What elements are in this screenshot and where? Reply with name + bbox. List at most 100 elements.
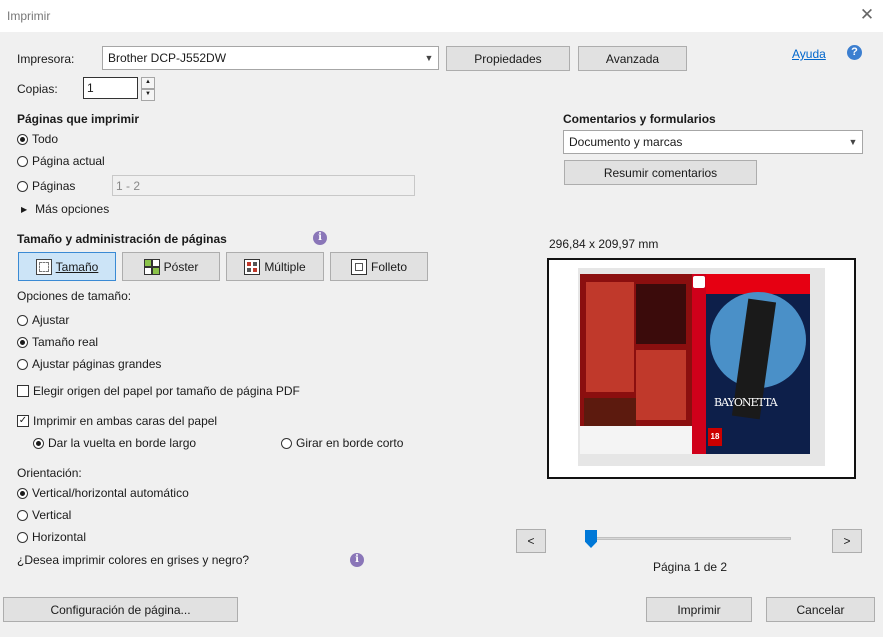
page-slider-thumb[interactable] bbox=[585, 530, 597, 548]
radio-indicator bbox=[17, 487, 28, 499]
copies-value: 1 bbox=[87, 81, 94, 95]
mode-multiple-label: Múltiple bbox=[264, 259, 306, 274]
radio-indicator bbox=[17, 155, 28, 167]
orientation-label: Orientación: bbox=[17, 466, 82, 480]
help-icon[interactable]: ? bbox=[847, 45, 862, 60]
orientation-portrait-radio[interactable]: Vertical bbox=[17, 508, 71, 522]
page-setup-button[interactable]: Configuración de página... bbox=[3, 597, 238, 622]
pages-current-label: Página actual bbox=[32, 154, 105, 168]
preview-page: BAYONETTA 18 bbox=[578, 268, 825, 466]
size-actual-radio[interactable]: Tamaño real bbox=[17, 335, 98, 349]
pages-range-input[interactable]: 1 - 2 bbox=[112, 175, 415, 196]
comments-heading: Comentarios y formularios bbox=[563, 112, 716, 126]
cancel-button[interactable]: Cancelar bbox=[766, 597, 875, 622]
checkmark-icon: ✓ bbox=[17, 415, 29, 427]
more-options-label: Más opciones bbox=[35, 202, 110, 216]
duplex-short-edge-label: Girar en borde corto bbox=[296, 436, 404, 450]
size-actual-label: Tamaño real bbox=[32, 335, 99, 349]
preview-frame: BAYONETTA 18 bbox=[547, 258, 856, 479]
stepper-up-icon[interactable]: ▲ bbox=[141, 77, 155, 89]
booklet-icon bbox=[350, 258, 367, 275]
orientation-auto-label: Vertical/horizontal automático bbox=[32, 486, 189, 500]
mode-size-button[interactable]: Tamaño bbox=[18, 252, 116, 281]
printer-label: Impresora: bbox=[17, 52, 75, 66]
advanced-button[interactable]: Avanzada bbox=[578, 46, 687, 71]
pages-range-label: Páginas bbox=[32, 179, 76, 193]
mode-size-label: Tamaño bbox=[55, 259, 99, 274]
chevron-down-icon: ▼ bbox=[424, 53, 434, 63]
next-page-button[interactable]: > bbox=[832, 529, 862, 553]
copies-label: Copias: bbox=[17, 82, 58, 96]
preview-dimensions: 296,84 x 209,97 mm bbox=[549, 237, 659, 251]
print-button[interactable]: Imprimir bbox=[646, 597, 752, 622]
mode-multiple-button[interactable]: Múltiple bbox=[226, 252, 324, 281]
radio-indicator bbox=[17, 336, 28, 348]
page-indicator: Página 1 de 2 bbox=[653, 560, 728, 574]
printer-select[interactable]: Brother DCP-J552DW ▼ bbox=[102, 46, 439, 70]
stepper-down-icon[interactable]: ▼ bbox=[141, 89, 155, 101]
preview-rating: 18 bbox=[708, 428, 722, 446]
orientation-landscape-radio[interactable]: Horizontal bbox=[17, 530, 86, 544]
mode-booklet-button[interactable]: Folleto bbox=[330, 252, 428, 281]
paper-source-checkbox[interactable]: Elegir origen del papel por tamaño de pá… bbox=[17, 384, 300, 398]
title-bar bbox=[0, 0, 883, 32]
radio-indicator bbox=[33, 437, 44, 449]
pages-heading: Páginas que imprimir bbox=[17, 112, 140, 126]
pages-range-radio[interactable]: Páginas bbox=[17, 179, 75, 193]
size-options-label: Opciones de tamaño: bbox=[17, 289, 132, 303]
orientation-landscape-label: Horizontal bbox=[32, 530, 87, 544]
mode-poster-button[interactable]: Póster bbox=[122, 252, 220, 281]
radio-indicator bbox=[17, 509, 28, 521]
size-icon bbox=[35, 258, 52, 275]
duplex-checkbox[interactable]: ✓ Imprimir en ambas caras del papel bbox=[17, 414, 217, 428]
help-link[interactable]: Ayuda bbox=[792, 47, 826, 61]
radio-indicator bbox=[281, 437, 292, 449]
close-icon[interactable]: ✕ bbox=[858, 5, 876, 25]
checkbox-indicator bbox=[17, 385, 29, 397]
preview-front-cover: BAYONETTA 18 bbox=[706, 274, 810, 454]
radio-indicator bbox=[17, 531, 28, 543]
size-shrink-label: Ajustar páginas grandes bbox=[32, 357, 162, 371]
copies-input[interactable]: 1 bbox=[83, 77, 138, 99]
properties-button[interactable]: Propiedades bbox=[446, 46, 570, 71]
duplex-long-edge-label: Dar la vuelta en borde largo bbox=[48, 436, 197, 450]
size-fit-radio[interactable]: Ajustar bbox=[17, 313, 69, 327]
preview-cover-title: BAYONETTA bbox=[714, 396, 778, 409]
chevron-down-icon: ▼ bbox=[848, 137, 858, 147]
orientation-portrait-label: Vertical bbox=[32, 508, 72, 522]
grayscale-question: ¿Desea imprimir colores en grises y negr… bbox=[17, 553, 250, 567]
pages-all-radio[interactable]: Todo bbox=[17, 132, 58, 146]
preview-spine bbox=[692, 274, 706, 454]
comments-select[interactable]: Documento y marcas ▼ bbox=[563, 130, 863, 154]
sizing-heading: Tamaño y administración de páginas bbox=[17, 232, 227, 246]
page-slider-track[interactable] bbox=[585, 537, 791, 540]
more-options-toggle[interactable]: ▶ Más opciones bbox=[21, 202, 109, 216]
mode-booklet-label: Folleto bbox=[370, 259, 408, 274]
duplex-long-edge-radio[interactable]: Dar la vuelta en borde largo bbox=[33, 436, 196, 450]
radio-indicator bbox=[17, 180, 28, 192]
paper-source-label: Elegir origen del papel por tamaño de pá… bbox=[33, 384, 300, 398]
info-icon[interactable]: i bbox=[350, 553, 364, 567]
duplex-short-edge-radio[interactable]: Girar en borde corto bbox=[281, 436, 403, 450]
printer-select-value: Brother DCP-J552DW bbox=[108, 51, 227, 65]
size-shrink-radio[interactable]: Ajustar páginas grandes bbox=[17, 357, 161, 371]
radio-indicator bbox=[17, 358, 28, 370]
triangle-right-icon: ▶ bbox=[21, 204, 28, 214]
radio-indicator bbox=[17, 314, 28, 326]
copies-stepper[interactable]: ▲ ▼ bbox=[141, 77, 155, 101]
mode-poster-label: Póster bbox=[163, 259, 199, 274]
multiple-pages-icon bbox=[244, 258, 261, 275]
preview-back-cover bbox=[580, 274, 692, 454]
summarize-comments-button[interactable]: Resumir comentarios bbox=[564, 160, 757, 185]
radio-indicator bbox=[17, 133, 28, 145]
orientation-auto-radio[interactable]: Vertical/horizontal automático bbox=[17, 486, 189, 500]
poster-icon bbox=[143, 258, 160, 275]
prev-page-button[interactable]: < bbox=[516, 529, 546, 553]
pages-all-label: Todo bbox=[32, 132, 59, 146]
comments-select-value: Documento y marcas bbox=[569, 135, 683, 149]
window-title: Imprimir bbox=[7, 9, 51, 23]
info-icon[interactable]: i bbox=[313, 231, 327, 245]
pages-current-radio[interactable]: Página actual bbox=[17, 154, 105, 168]
size-fit-label: Ajustar bbox=[32, 313, 70, 327]
pages-range-value: 1 - 2 bbox=[116, 179, 141, 193]
